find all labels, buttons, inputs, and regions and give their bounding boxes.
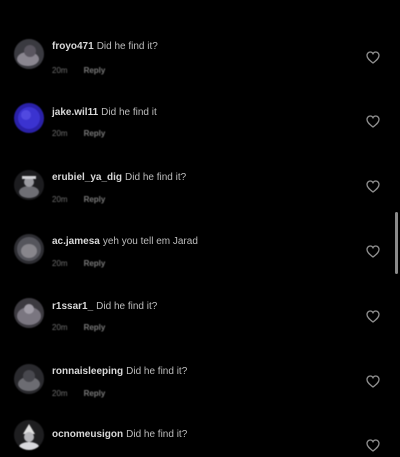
scrollbar[interactable] — [395, 212, 398, 274]
comment-body: Did he find it? — [126, 429, 188, 440]
avatar[interactable] — [14, 420, 44, 450]
comment-item: ocnomeusigon Did he find it? — [0, 0, 400, 452]
reply-button[interactable]: Reply — [84, 195, 106, 204]
heart-icon[interactable] — [366, 180, 380, 193]
avatar[interactable] — [14, 103, 44, 133]
comment-meta: 20m Reply — [52, 389, 105, 399]
comment-time: 20m — [52, 323, 68, 332]
reply-button[interactable]: Reply — [84, 389, 106, 398]
comment-username[interactable]: ocnomeusigon — [52, 429, 123, 440]
comment-meta: 20m Reply — [52, 66, 105, 76]
comment-username[interactable]: ronnaisleeping — [52, 366, 123, 377]
heart-icon[interactable] — [366, 310, 380, 323]
comment-time: 20m — [52, 66, 68, 75]
comment-username[interactable]: jake.wil11 — [52, 107, 98, 118]
comment-meta: 20m Reply — [52, 323, 105, 333]
comment-text-line: ac.jamesa yeh you tell em Jarad — [52, 235, 198, 248]
reply-button[interactable]: Reply — [84, 259, 106, 268]
comment-username[interactable]: erubiel_ya_dig — [52, 172, 122, 183]
avatar[interactable] — [14, 364, 44, 394]
comment-body: Did he find it — [101, 107, 157, 118]
comment-text-line: ocnomeusigon Did he find it? — [52, 428, 187, 441]
comment-meta: 20m Reply — [52, 259, 105, 269]
comment-text-line: erubiel_ya_dig Did he find it? — [52, 171, 186, 184]
reply-button[interactable]: Reply — [84, 323, 106, 332]
heart-icon[interactable] — [366, 439, 380, 452]
comment-text-line: jake.wil11 Did he find it — [52, 106, 157, 119]
comment-text-line: r1ssar1_ Did he find it? — [52, 300, 157, 313]
avatar[interactable] — [14, 298, 44, 328]
comment-body: yeh you tell em Jarad — [102, 236, 198, 247]
avatar[interactable] — [14, 170, 44, 200]
comment-text-line: ronnaisleeping Did he find it? — [52, 365, 187, 378]
reply-button[interactable]: Reply — [84, 66, 106, 75]
comment-time: 20m — [52, 129, 68, 138]
comment-username[interactable]: ac.jamesa — [52, 236, 100, 247]
comment-body: Did he find it? — [126, 366, 188, 377]
comment-meta: 20m Reply — [52, 129, 105, 139]
comment-time: 20m — [52, 259, 68, 268]
comment-username[interactable]: r1ssar1_ — [52, 301, 93, 312]
avatar[interactable] — [14, 234, 44, 264]
heart-icon[interactable] — [366, 375, 380, 388]
heart-icon[interactable] — [366, 245, 380, 258]
comment-meta: 20m Reply — [52, 195, 105, 205]
reply-button[interactable]: Reply — [84, 129, 106, 138]
comment-body: Did he find it? — [96, 301, 158, 312]
heart-icon[interactable] — [366, 115, 380, 128]
comment-list: froyo471 Did he find it? 20m Reply jake.wi… — [0, 0, 400, 457]
comment-body: Did he find it? — [125, 172, 187, 183]
comment-time: 20m — [52, 389, 68, 398]
comment-time: 20m — [52, 195, 68, 204]
